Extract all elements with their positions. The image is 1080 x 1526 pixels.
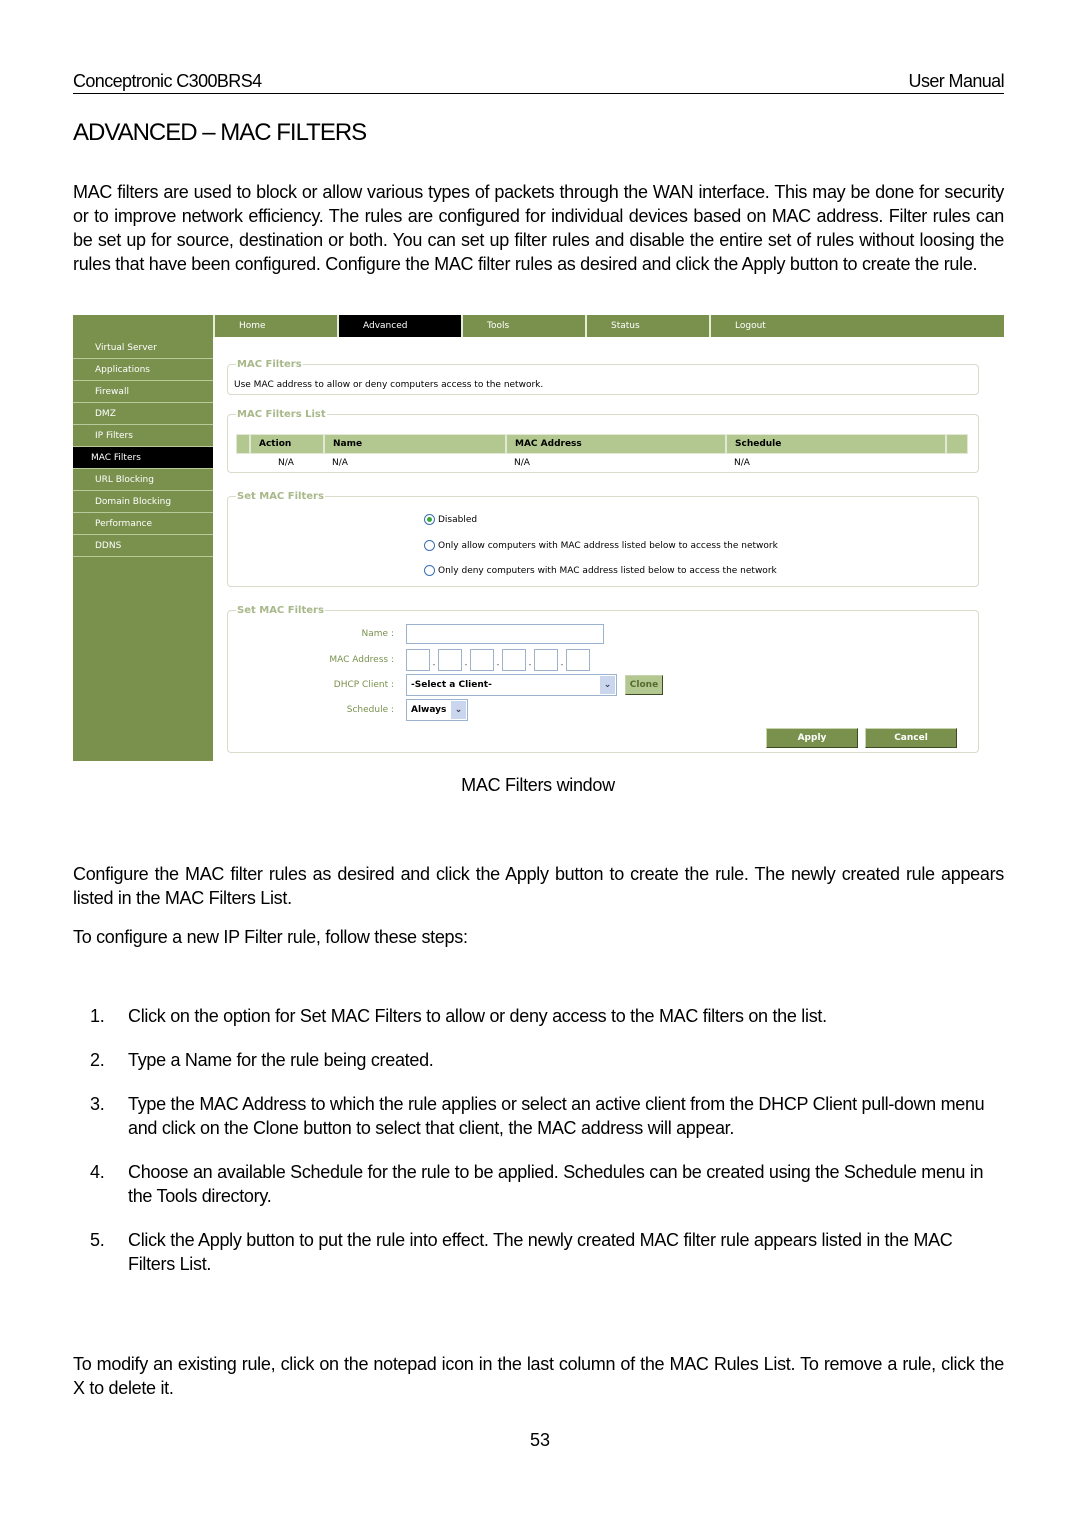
mac-filters-list-box: MAC Filters List Action Name MAC Address… <box>227 409 979 473</box>
schedule-label: Schedule : <box>346 705 394 715</box>
sidebar-item-dmz[interactable]: DMZ <box>73 403 213 425</box>
radio-deny[interactable]: Only deny computers with MAC address lis… <box>424 565 777 576</box>
tab-logout[interactable]: Logout <box>709 315 833 337</box>
paragraph-modify: To modify an existing rule, click on the… <box>73 1354 1004 1398</box>
list-item: 1. Click on the option for Set MAC Filter… <box>90 1006 827 1026</box>
radio-button-selected[interactable] <box>424 514 435 525</box>
top-nav: Home Advanced Tools Status Logout <box>213 315 1004 337</box>
schedule-value: Always <box>411 705 447 715</box>
header-product: Conceptronic C300BRS4 <box>73 71 262 91</box>
table-header-spacer <box>236 434 250 454</box>
cell-schedule: N/A <box>734 458 750 468</box>
dhcp-client-value: -Select a Client- <box>411 680 492 690</box>
section-title: ADVANCED – MAC FILTERS <box>73 119 367 146</box>
set-mac-filter-form: Set MAC Filters Name : MAC Address : - -… <box>227 605 979 753</box>
table-header: Action Name MAC Address Schedule <box>236 434 972 454</box>
sidebar-item-domain-blocking[interactable]: Domain Blocking <box>73 491 213 513</box>
mac-octet-6-input[interactable] <box>566 649 590 671</box>
col-edit <box>946 434 968 454</box>
radio-disabled[interactable]: Disabled <box>424 514 477 525</box>
tab-status[interactable]: Status <box>585 315 709 337</box>
col-mac-address: MAC Address <box>506 434 726 454</box>
col-action: Action <box>250 434 324 454</box>
sidebar-item-url-blocking[interactable]: URL Blocking <box>73 469 213 491</box>
cancel-button[interactable]: Cancel <box>865 728 957 748</box>
paragraph-apply: Configure the MAC filter rules as desire… <box>73 864 1004 908</box>
radio-allow[interactable]: Only allow computers with MAC address li… <box>424 540 778 551</box>
mac-address-label: MAC Address : <box>329 655 394 665</box>
mac-octet-4-input[interactable] <box>502 649 526 671</box>
mac-filters-description: Use MAC address to allow or deny compute… <box>234 380 544 390</box>
paragraph-steps-intro: To configure a new IP Filter rule, follo… <box>73 927 468 947</box>
chevron-down-icon[interactable]: ⌄ <box>451 701 466 719</box>
page-number: 53 <box>529 1430 551 1450</box>
router-ui-screenshot: Virtual Server Applications Firewall DMZ… <box>73 315 1004 761</box>
radio-disabled-label: Disabled <box>438 514 478 525</box>
sidebar-item-ip-filters[interactable]: IP Filters <box>73 425 213 447</box>
radio-deny-label: Only deny computers with MAC address lis… <box>438 565 777 576</box>
list-item: 2. Type a Name for the rule being created… <box>90 1050 434 1070</box>
form-legend: Set MAC Filters <box>237 605 324 616</box>
mac-octet-2-input[interactable] <box>438 649 462 671</box>
clone-button[interactable]: Clone <box>625 675 663 695</box>
cell-mac-address: N/A <box>514 458 530 468</box>
tab-advanced[interactable]: Advanced <box>337 315 461 337</box>
intro-paragraph: MAC filters are used to block or allow v… <box>73 182 1004 274</box>
col-schedule: Schedule <box>726 434 946 454</box>
sidebar-item-virtual-server[interactable]: Virtual Server <box>73 337 213 359</box>
cell-name: N/A <box>332 458 348 468</box>
page-header: Conceptronic C300BRS4 User Manual <box>73 70 1005 94</box>
figure-caption: MAC Filters window <box>461 775 615 795</box>
schedule-select[interactable]: Always ⌄ <box>406 699 468 721</box>
mac-octet-1-input[interactable] <box>406 649 430 671</box>
sidebar: Virtual Server Applications Firewall DMZ… <box>73 315 213 761</box>
sidebar-item-performance[interactable]: Performance <box>73 513 213 535</box>
list-item: 4. Choose an available Schedule for the r… <box>90 1162 984 1206</box>
dhcp-client-select[interactable]: -Select a Client- ⌄ <box>406 674 617 696</box>
col-name: Name <box>324 434 506 454</box>
table-row: N/A N/A N/A N/A <box>236 454 972 472</box>
mac-filters-legend: MAC Filters <box>237 359 302 370</box>
mac-filters-table: Action Name MAC Address Schedule N/A N/A… <box>236 434 972 472</box>
sidebar-item-firewall[interactable]: Firewall <box>73 381 213 403</box>
mac-octet-3-input[interactable] <box>470 649 494 671</box>
mac-filters-info-box: MAC Filters Use MAC address to allow or … <box>227 359 979 395</box>
filter-mode-legend: Set MAC Filters <box>237 491 324 502</box>
sidebar-item-applications[interactable]: Applications <box>73 359 213 381</box>
dhcp-client-label: DHCP Client : <box>333 680 394 690</box>
list-item: 3. Type the MAC Address to which the rule… <box>90 1094 985 1138</box>
list-item: 5. Click the Apply button to put the rule… <box>90 1230 953 1274</box>
tab-tools[interactable]: Tools <box>461 315 585 337</box>
sidebar-item-mac-filters[interactable]: MAC Filters <box>73 447 213 469</box>
steps-list: 1. Click on the option for Set MAC Filter… <box>90 1004 990 1296</box>
apply-button[interactable]: Apply <box>766 728 858 748</box>
name-input[interactable] <box>406 624 604 644</box>
tab-home[interactable]: Home <box>213 315 337 337</box>
mac-filters-list-legend: MAC Filters List <box>237 409 326 420</box>
radio-allow-label: Only allow computers with MAC address li… <box>438 540 778 551</box>
radio-button[interactable] <box>424 540 435 551</box>
main-panel: MAC Filters Use MAC address to allow or … <box>213 337 1004 761</box>
header-doc-type: User Manual <box>908 71 1005 91</box>
chevron-down-icon[interactable]: ⌄ <box>600 676 615 694</box>
radio-button[interactable] <box>424 565 435 576</box>
mac-octet-5-input[interactable] <box>534 649 558 671</box>
filter-mode-box: Set MAC Filters Disabled Only allow comp… <box>227 491 979 587</box>
sidebar-item-ddns[interactable]: DDNS <box>73 535 213 557</box>
name-label: Name : <box>361 629 394 639</box>
cell-action: N/A <box>278 458 294 468</box>
